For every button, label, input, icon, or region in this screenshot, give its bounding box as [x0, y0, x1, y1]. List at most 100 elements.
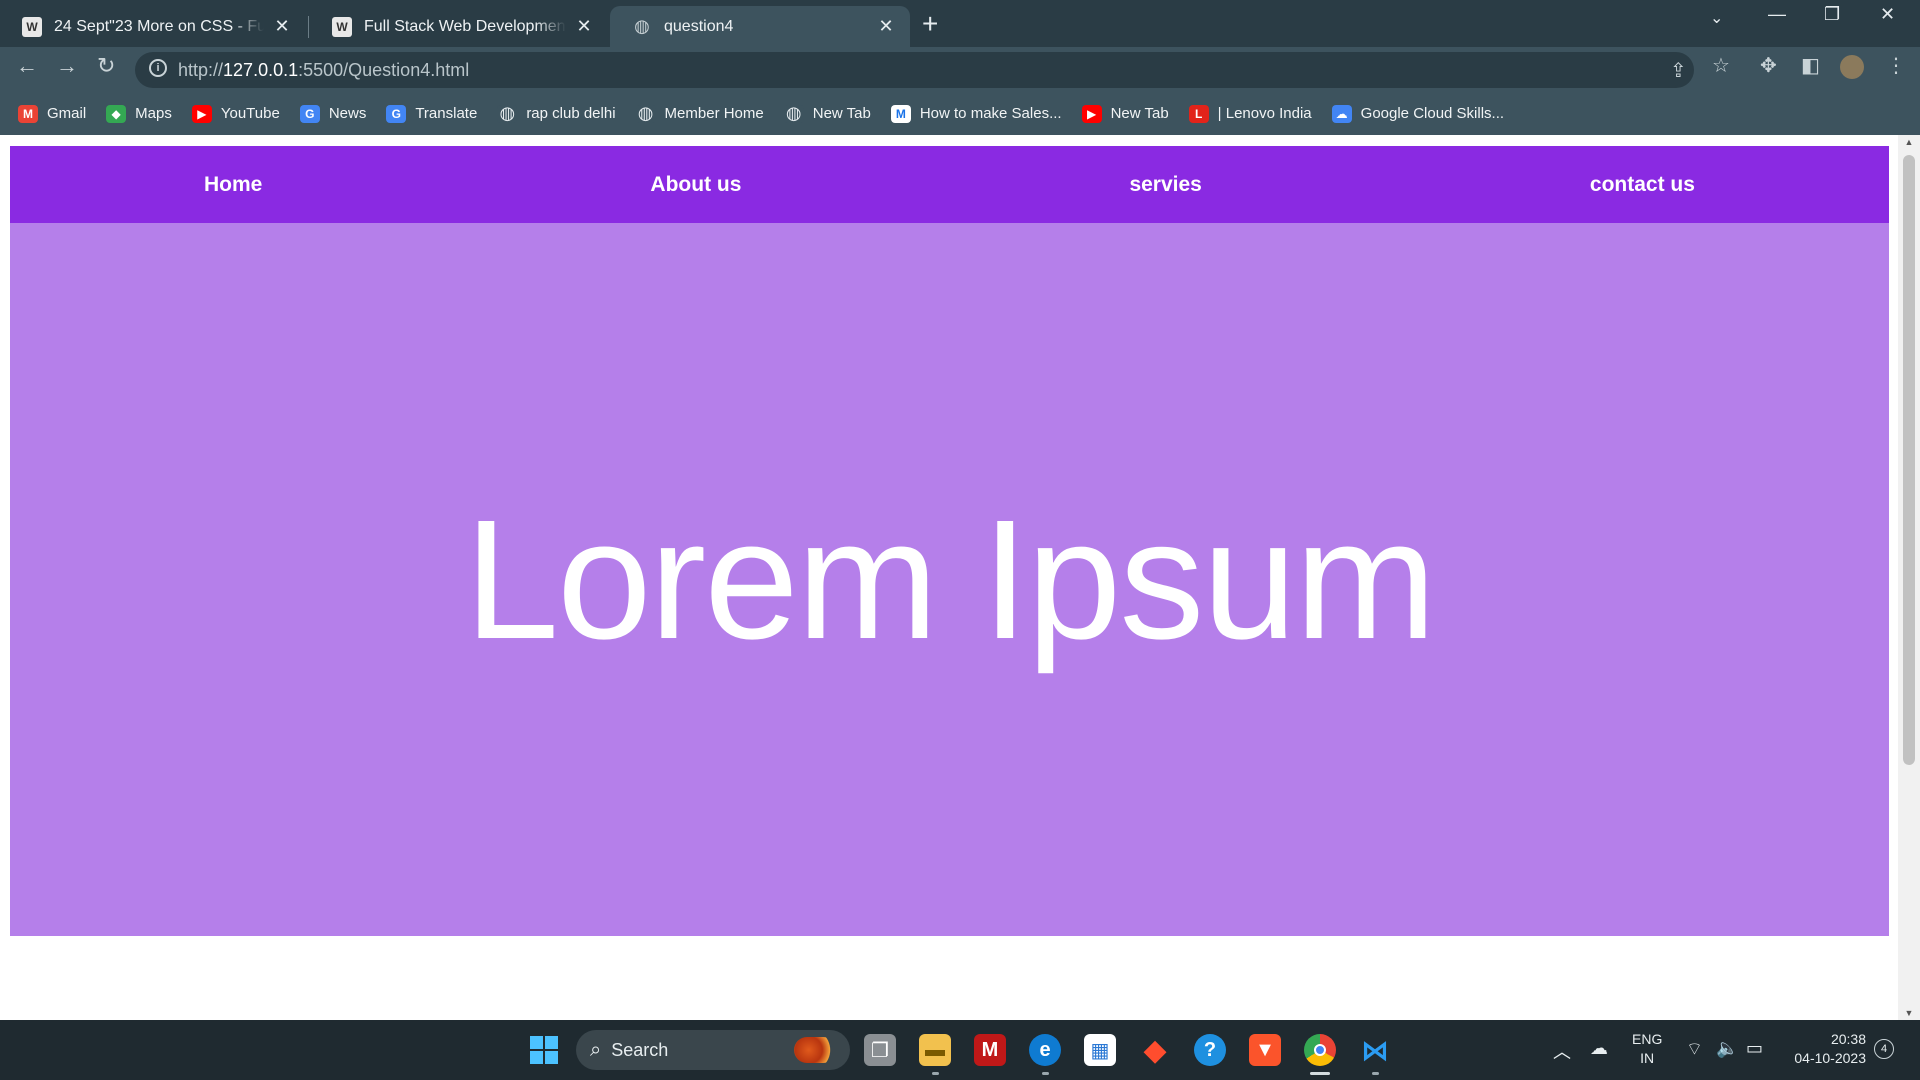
- file-explorer-icon[interactable]: ▬: [919, 1034, 951, 1066]
- site-info-icon[interactable]: i: [149, 59, 167, 77]
- bookmark-item[interactable]: ◍ rap club delhi: [497, 103, 616, 123]
- bookmark-favicon-icon: ☁: [1331, 104, 1352, 123]
- windows-taskbar: ⌕ Search ❐ ▬ M e ▦ ◆ ? ▼ ⋈ ︿ ☁ ENG IN ⌔ …: [0, 1020, 1920, 1080]
- scroll-down-arrow-icon[interactable]: ▼: [1898, 1008, 1920, 1018]
- bookmark-item[interactable]: ▶ New Tab: [1081, 104, 1169, 123]
- nav-link-home[interactable]: Home: [204, 173, 262, 197]
- tab-title: Full Stack Web Development - C: [364, 17, 566, 35]
- language-indicator[interactable]: ENG IN: [1632, 1030, 1662, 1068]
- active-app-indicator: [1310, 1072, 1330, 1075]
- globe-icon: ◍: [634, 16, 650, 36]
- search-label: Search: [611, 1039, 669, 1060]
- restore-icon[interactable]: ❐: [1824, 4, 1840, 25]
- scroll-up-arrow-icon[interactable]: ▲: [1898, 137, 1920, 147]
- bookmark-favicon-icon: ▶: [191, 104, 212, 123]
- bookmark-item[interactable]: ◆ Maps: [106, 104, 172, 123]
- side-panel-icon[interactable]: ◧: [1801, 53, 1820, 78]
- bookmark-label: Gmail: [47, 105, 87, 122]
- bookmark-item[interactable]: L | Lenovo India: [1188, 104, 1312, 123]
- edge-browser-icon[interactable]: e: [1029, 1034, 1061, 1066]
- scrollbar-thumb[interactable]: [1903, 155, 1915, 765]
- minimize-icon[interactable]: —: [1768, 4, 1786, 25]
- taskbar-search-box[interactable]: ⌕ Search: [576, 1030, 850, 1070]
- tab-title: 24 Sept"23 More on CSS - Full S: [54, 17, 264, 35]
- browser-tab-fullstack[interactable]: W Full Stack Web Development - C ✕: [310, 6, 608, 47]
- url-host: 127.0.0.1: [223, 60, 299, 80]
- nav-link-services[interactable]: servies: [1129, 173, 1201, 197]
- url-path: :5500/Question4.html: [298, 60, 470, 80]
- running-indicator: [1042, 1072, 1049, 1075]
- bookmark-favicon-icon: M: [890, 104, 911, 123]
- tab-title: question4: [664, 17, 734, 35]
- wifi-icon[interactable]: ⌔: [1686, 1038, 1703, 1061]
- clock-date: 04-10-2023: [1794, 1050, 1866, 1066]
- browser-tab-question4[interactable]: ◍ question4 ✕: [610, 6, 910, 47]
- bookmark-item[interactable]: ☁ Google Cloud Skills...: [1331, 104, 1505, 123]
- show-hidden-icons-chevron-icon[interactable]: ︿: [1553, 1038, 1571, 1064]
- clock-time: 20:38: [1830, 1031, 1866, 1047]
- page-container: Home About us servies contact us Lorem I…: [10, 146, 1889, 936]
- close-tab-icon[interactable]: ✕: [876, 16, 896, 37]
- close-tab-icon[interactable]: ✕: [272, 16, 292, 37]
- address-bar[interactable]: i http://127.0.0.1:5500/Question4.html ⇪: [135, 52, 1694, 88]
- site-navbar: Home About us servies contact us: [10, 146, 1889, 223]
- bookmark-label: YouTube: [220, 105, 280, 122]
- mcafee-icon[interactable]: M: [974, 1034, 1006, 1066]
- bookmark-item[interactable]: G Translate: [386, 104, 477, 123]
- bookmark-label: New Tab: [812, 105, 871, 122]
- volume-icon[interactable]: 🔈: [1716, 1038, 1738, 1059]
- profile-avatar[interactable]: [1840, 55, 1864, 79]
- browser-tab-css[interactable]: W 24 Sept"23 More on CSS - Full S ✕: [0, 6, 306, 47]
- vscode-icon[interactable]: ⋈: [1359, 1034, 1391, 1066]
- region-code: IN: [1640, 1050, 1655, 1066]
- system-clock[interactable]: 20:38 04-10-2023: [1780, 1030, 1866, 1068]
- task-view-icon[interactable]: ❐: [864, 1034, 896, 1066]
- get-help-icon[interactable]: ?: [1194, 1034, 1226, 1066]
- bookmark-label: Maps: [135, 105, 172, 122]
- nav-link-about-us[interactable]: About us: [650, 173, 741, 197]
- bookmark-label: How to make Sales...: [919, 105, 1062, 122]
- windows-start-icon[interactable]: [528, 1034, 560, 1066]
- running-indicator: [1372, 1072, 1379, 1075]
- new-tab-plus-icon[interactable]: +: [922, 8, 938, 40]
- bookmark-label: New Tab: [1110, 105, 1169, 122]
- browser-viewport: Home About us servies contact us Lorem I…: [0, 135, 1920, 1020]
- bookmark-item[interactable]: M How to make Sales...: [890, 104, 1062, 123]
- notification-count-badge[interactable]: 4: [1874, 1039, 1894, 1059]
- url-text[interactable]: http://127.0.0.1:5500/Question4.html: [178, 60, 469, 81]
- browser-menu-icon[interactable]: ⋮: [1886, 53, 1906, 78]
- tab-search-chevron-icon[interactable]: ⌄: [1710, 8, 1723, 28]
- bookmark-favicon-icon: G: [299, 104, 320, 123]
- browser-tab-strip: W 24 Sept"23 More on CSS - Full S ✕ W Fu…: [0, 0, 1920, 47]
- microsoft-store-icon[interactable]: ▦: [1084, 1034, 1116, 1066]
- page-scrollbar[interactable]: ▲ ▼: [1898, 135, 1920, 1020]
- bookmark-star-icon[interactable]: ☆: [1712, 53, 1730, 78]
- onedrive-cloud-icon[interactable]: ☁: [1590, 1038, 1608, 1059]
- brave-browser-icon[interactable]: ▼: [1249, 1034, 1281, 1066]
- close-tab-icon[interactable]: ✕: [574, 16, 594, 37]
- extensions-puzzle-icon[interactable]: ✥: [1760, 53, 1777, 78]
- reload-icon[interactable]: ↻: [97, 53, 115, 79]
- back-arrow-icon[interactable]: ←: [16, 53, 38, 79]
- running-indicator: [932, 1072, 939, 1075]
- bookmark-item[interactable]: ◍ New Tab: [783, 103, 871, 123]
- url-scheme: http://: [178, 60, 224, 80]
- bookmark-item[interactable]: ◍ Member Home: [635, 103, 764, 123]
- chrome-browser-icon[interactable]: [1304, 1034, 1336, 1066]
- forward-arrow-icon[interactable]: →: [56, 53, 78, 79]
- bookmark-item[interactable]: ▶ YouTube: [191, 104, 280, 123]
- app-diamond-icon[interactable]: ◆: [1139, 1034, 1171, 1067]
- battery-icon[interactable]: ▭: [1746, 1038, 1763, 1059]
- browser-toolbar: ← → ↻ i http://127.0.0.1:5500/Question4.…: [0, 47, 1920, 92]
- hero-section: Lorem Ipsum: [10, 223, 1889, 936]
- tab-separator: [308, 16, 309, 38]
- nav-link-contact-us[interactable]: contact us: [1590, 173, 1695, 197]
- close-window-icon[interactable]: ✕: [1880, 4, 1895, 25]
- share-icon[interactable]: ⇪: [1670, 58, 1687, 83]
- bookmark-item[interactable]: M Gmail: [18, 104, 87, 123]
- bookmark-item[interactable]: G News: [299, 104, 367, 123]
- bookmark-label: News: [328, 105, 367, 122]
- bookmark-favicon-icon: ◆: [106, 104, 127, 123]
- bookmark-favicon-icon: ◍: [635, 103, 656, 123]
- bookmark-label: Google Cloud Skills...: [1360, 105, 1505, 122]
